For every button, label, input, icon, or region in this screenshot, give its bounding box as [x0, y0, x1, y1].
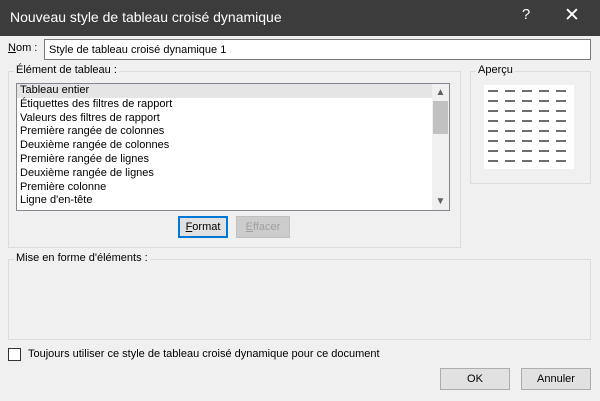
list-item[interactable]: Première rangée de colonnes: [17, 125, 432, 139]
preview-cell: [539, 160, 549, 162]
dialog-title: Nouveau style de tableau croisé dynamiqu…: [10, 9, 282, 25]
preview-cell: [505, 120, 515, 122]
preview-cell: [505, 90, 515, 92]
preview-cell: [488, 140, 498, 142]
preview-cell: [539, 130, 549, 132]
scroll-thumb[interactable]: [433, 101, 448, 134]
preview-cell: [556, 150, 566, 152]
default-style-label: Toujours utiliser ce style de tableau cr…: [28, 348, 380, 360]
scroll-up-icon[interactable]: ▲: [432, 84, 449, 101]
preview-cell: [488, 120, 498, 122]
preview-cell: [505, 100, 515, 102]
preview-cell: [539, 150, 549, 152]
preview-cell: [522, 140, 532, 142]
preview-cell: [488, 90, 498, 92]
preview-cell: [505, 110, 515, 112]
preview-cell: [539, 140, 549, 142]
element-formatting-group: [8, 259, 591, 340]
preview-cell: [505, 150, 515, 152]
list-item[interactable]: Première colonne: [17, 181, 432, 195]
clear-button: Effacer: [236, 216, 290, 238]
title-bar: Nouveau style de tableau croisé dynamiqu…: [0, 0, 600, 36]
list-scrollbar[interactable]: ▲ ▼: [432, 84, 449, 210]
table-element-listbox[interactable]: Tableau entier Étiquettes des filtres de …: [16, 83, 450, 211]
format-button[interactable]: Format: [178, 216, 228, 238]
preview-cell: [556, 120, 566, 122]
preview-cell: [488, 110, 498, 112]
close-icon[interactable]: ✕: [562, 4, 582, 27]
preview-cell: [522, 90, 532, 92]
list-item[interactable]: Valeurs des filtres de rapport: [17, 112, 432, 126]
preview-cell: [556, 90, 566, 92]
preview-cell: [539, 120, 549, 122]
preview-cell: [556, 160, 566, 162]
preview-cell: [539, 100, 549, 102]
preview-cell: [539, 90, 549, 92]
ok-button[interactable]: OK: [440, 368, 510, 390]
preview-cell: [522, 150, 532, 152]
list-item[interactable]: Ligne d'en-tête: [17, 194, 432, 208]
preview-cell: [505, 140, 515, 142]
scroll-down-icon[interactable]: ▼: [432, 193, 449, 210]
preview-cell: [539, 110, 549, 112]
preview-label: Aperçu: [476, 64, 515, 76]
preview-cell: [556, 100, 566, 102]
preview-cell: [505, 160, 515, 162]
table-element-label: Élément de tableau :: [14, 64, 119, 76]
preview-cell: [522, 120, 532, 122]
preview-cell: [522, 130, 532, 132]
name-input[interactable]: [44, 39, 591, 60]
table-element-list: Tableau entier Étiquettes des filtres de …: [17, 84, 432, 210]
preview-cell: [522, 110, 532, 112]
preview-cell: [488, 160, 498, 162]
preview-cell: [505, 130, 515, 132]
list-item[interactable]: Deuxième rangée de lignes: [17, 167, 432, 181]
preview-cell: [488, 150, 498, 152]
list-item[interactable]: Tableau entier: [17, 84, 432, 98]
cancel-button[interactable]: Annuler: [521, 368, 591, 390]
preview-cell: [522, 160, 532, 162]
element-formatting-label: Mise en forme d'éléments :: [14, 252, 150, 264]
list-item[interactable]: Étiquettes des filtres de rapport: [17, 98, 432, 112]
list-item[interactable]: Première rangée de lignes: [17, 153, 432, 167]
help-icon[interactable]: ?: [518, 6, 534, 23]
preview-cell: [488, 130, 498, 132]
list-item[interactable]: Deuxième rangée de colonnes: [17, 139, 432, 153]
default-style-checkbox[interactable]: [8, 348, 21, 361]
preview-cell: [522, 100, 532, 102]
preview-cell: [488, 100, 498, 102]
name-label: Nom :: [8, 42, 38, 54]
preview-cell: [556, 140, 566, 142]
preview-cell: [556, 110, 566, 112]
preview-table-icon: [484, 85, 574, 169]
preview-cell: [556, 130, 566, 132]
